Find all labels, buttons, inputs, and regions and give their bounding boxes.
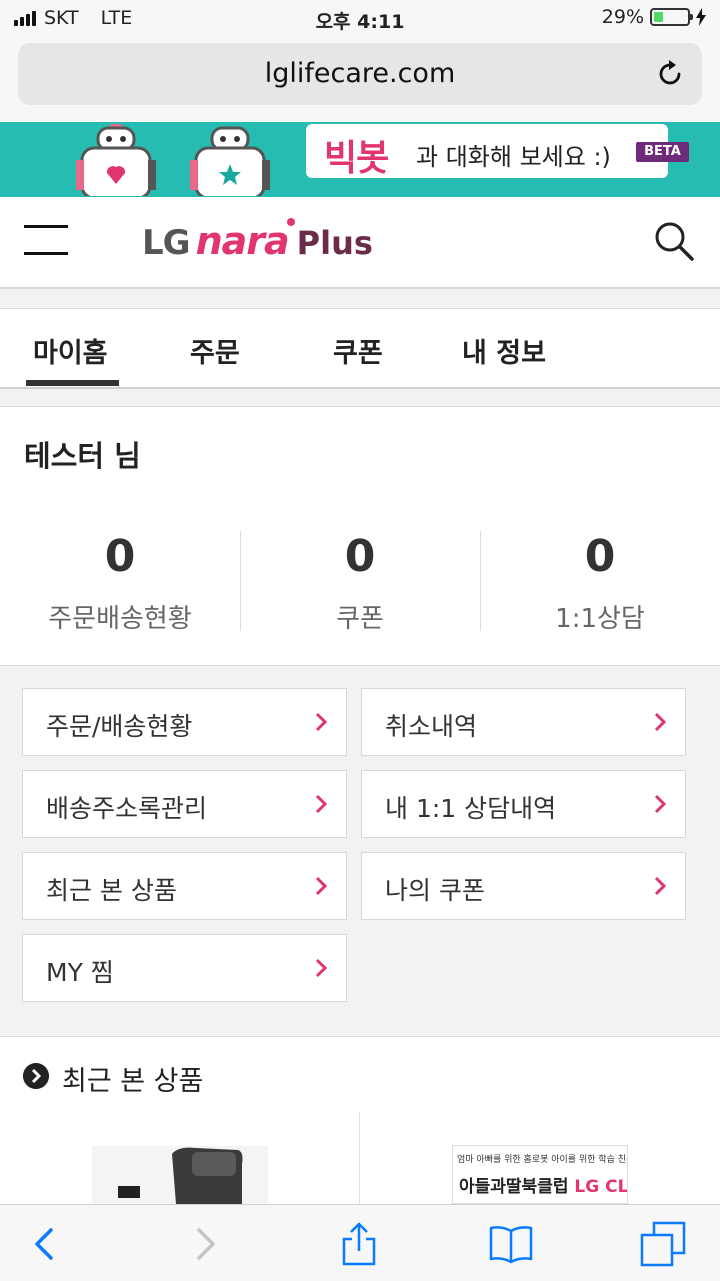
chevron-right-icon <box>315 712 328 732</box>
stat-inquiries[interactable]: 0 1:1상담 <box>480 497 720 665</box>
status-right: 29% <box>602 6 706 28</box>
stat-coupons[interactable]: 0 쿠폰 <box>240 497 480 665</box>
menu-label: 최근 본 상품 <box>46 876 177 905</box>
menu-inquiry-history[interactable]: 내 1:1 상담내역 <box>361 770 686 838</box>
stat-value: 0 <box>104 531 136 582</box>
recent-products-list: 엄마 아빠를 위한 홈로봇 아이를 위한 학습 친구 반려봇 아들과딸북클럽 L… <box>0 1112 720 1204</box>
chatbot-name: 빅봇 <box>324 138 389 179</box>
menu-recently-viewed[interactable]: 최근 본 상품 <box>22 852 347 920</box>
user-greeting: 테스터 님 <box>24 439 141 473</box>
menu-label: 취소내역 <box>385 712 478 741</box>
logo-plus: Plus <box>296 224 373 262</box>
reload-icon[interactable] <box>654 57 686 89</box>
tab-myhome[interactable]: 마이홈 <box>33 331 108 370</box>
menu-my-coupons[interactable]: 나의 쿠폰 <box>361 852 686 920</box>
logo-dot <box>287 218 295 226</box>
stats-panel: 0 주문배송현황 0 쿠폰 0 1:1상담 <box>0 497 720 666</box>
site-logo[interactable]: LG nara Plus <box>142 219 373 269</box>
hamburger-icon[interactable] <box>24 225 68 255</box>
tab-my-info[interactable]: 내 정보 <box>462 331 546 370</box>
massage-chair-image[interactable] <box>92 1146 268 1204</box>
ad-tagline: 엄마 아빠를 위한 홈로봇 아이를 위한 학습 친구 반려봇 <box>457 1155 627 1165</box>
recent-products-header[interactable]: 최근 본 상품 <box>0 1036 720 1114</box>
logo-nara: nara <box>195 219 290 263</box>
menu-address-book[interactable]: 배송주소록관리 <box>22 770 347 838</box>
chatbot-text: 과 대화해 보세요 :) <box>416 143 611 171</box>
back-icon[interactable] <box>22 1221 68 1267</box>
stat-value: 0 <box>344 531 376 582</box>
bookmarks-icon[interactable] <box>488 1221 534 1267</box>
address-bar[interactable]: lglifecare.com <box>18 43 702 105</box>
menu-label: 나의 쿠폰 <box>385 876 485 905</box>
menu-cancellations[interactable]: 취소내역 <box>361 688 686 756</box>
ad-club: 아들과딸북클럽 <box>459 1177 569 1197</box>
browser-address-area: lglifecare.com <box>0 38 720 122</box>
robot-teal-star-icon <box>190 126 270 196</box>
status-bar: SKT LTE 오후 4:11 29% <box>0 0 720 38</box>
chatbot-banner[interactable]: 빅봇 과 대화해 보세요 :) <box>0 122 720 197</box>
url-text[interactable]: lglifecare.com <box>18 58 702 89</box>
tab-bar: 마이홈 주문 쿠폰 내 정보 <box>0 308 720 389</box>
logo-lg: LG <box>142 223 191 263</box>
browser-toolbar <box>0 1204 720 1281</box>
menu-label: 내 1:1 상담내역 <box>385 794 557 823</box>
stat-order-delivery[interactable]: 0 주문배송현황 <box>0 497 240 665</box>
ad-brand: LG CLOi <box>574 1177 628 1197</box>
lg-cloi-ad-image[interactable]: 엄마 아빠를 위한 홈로봇 아이를 위한 학습 친구 반려봇 아들과딸북클럽 L… <box>452 1145 628 1204</box>
chevron-right-icon <box>654 712 667 732</box>
site-header: LG nara Plus <box>0 197 720 289</box>
active-tab-indicator <box>26 380 119 386</box>
menu-label: 배송주소록관리 <box>46 794 208 823</box>
chevron-right-icon <box>654 876 667 896</box>
chevron-right-icon <box>315 958 328 978</box>
tab-coupons[interactable]: 쿠폰 <box>333 331 383 370</box>
charging-icon <box>696 8 706 26</box>
chevron-right-icon <box>315 794 328 814</box>
battery-percent: 29% <box>601 6 644 28</box>
stat-label: 1:1상담 <box>555 604 645 634</box>
robot-pink-heart-icon <box>76 124 156 196</box>
search-icon[interactable] <box>654 221 694 261</box>
menu-label: MY 찜 <box>46 958 114 987</box>
chevron-right-icon <box>315 876 328 896</box>
tabs-icon[interactable] <box>640 1221 686 1267</box>
tab-orders[interactable]: 주문 <box>190 331 240 370</box>
stat-label: 주문배송현황 <box>48 604 192 634</box>
ad-title: 아들과딸북클럽 LG CLOi <box>459 1172 628 1197</box>
chevron-circle-icon <box>23 1063 49 1089</box>
recent-products-title: 최근 본 상품 <box>62 1066 204 1097</box>
menu-label: 주문/배송현황 <box>46 712 193 741</box>
stat-value: 0 <box>584 531 616 582</box>
beta-badge: BETA <box>636 142 689 162</box>
chatbot-bubble: 빅봇 과 대화해 보세요 :) <box>306 124 668 179</box>
divider <box>359 1112 360 1204</box>
user-box: 테스터 님 <box>0 406 720 498</box>
stat-label: 쿠폰 <box>336 604 384 634</box>
forward-icon[interactable] <box>182 1221 228 1267</box>
chevron-right-icon <box>654 794 667 814</box>
menu-wishlist[interactable]: MY 찜 <box>22 934 347 1002</box>
share-icon[interactable] <box>336 1221 382 1267</box>
battery-icon <box>650 8 693 26</box>
menu-order-delivery[interactable]: 주문/배송현황 <box>22 688 347 756</box>
